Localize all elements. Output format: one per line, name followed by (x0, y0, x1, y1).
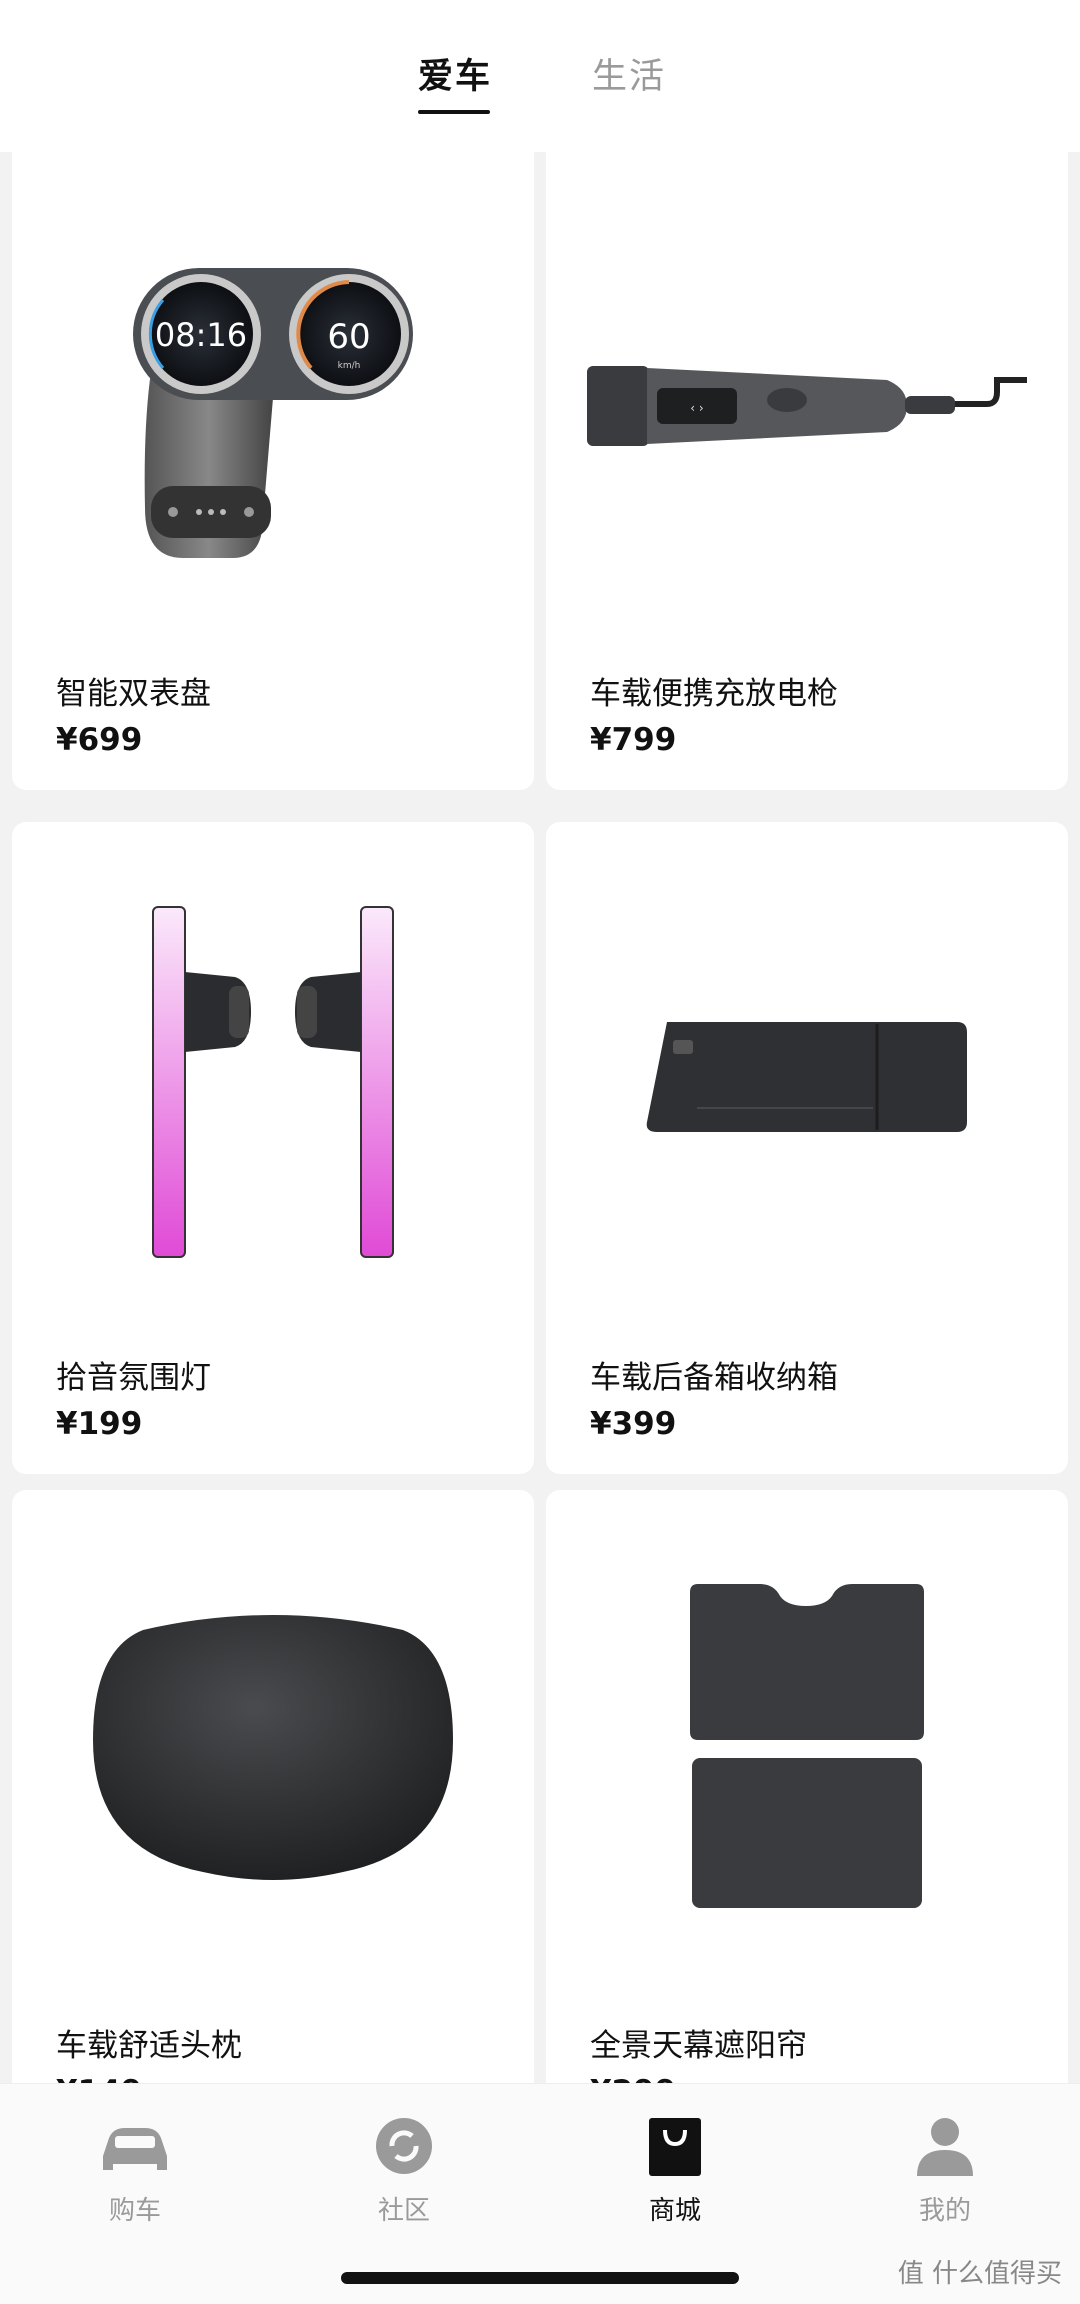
product-price: ¥199 (56, 1406, 143, 1442)
nav-label: 社区 (377, 2196, 430, 2226)
top-tab-bar: 爱车 生活 (0, 0, 1080, 152)
nav-label: 我的 (918, 2196, 971, 2226)
watermark: 值 什么值得买 (897, 2259, 1062, 2289)
product-name: 智能双表盘 (56, 676, 211, 712)
product-name: 拾音氛围灯 (56, 1360, 211, 1396)
product-card[interactable]: 全景天幕遮阳帘 ¥299 (546, 1490, 1068, 2084)
svg-text:km/h: km/h (338, 361, 361, 371)
car-icon (103, 2128, 167, 2170)
svg-text:‹ ›: ‹ › (690, 401, 703, 415)
home-indicator (341, 2272, 739, 2284)
tab-car[interactable]: 爱车 (418, 48, 492, 99)
active-tab-indicator (418, 110, 490, 114)
product-card[interactable]: 拾音氛围灯 ¥199 (12, 822, 534, 1474)
product-price: ¥399 (590, 1406, 677, 1442)
product-grid: 08:16 60 km/h 智能双表盘 ¥699 ‹ › 车载便携充放电枪 ¥7… (0, 152, 1080, 2084)
tab-life[interactable]: 生活 (592, 48, 666, 99)
nav-label: 商城 (648, 2196, 701, 2226)
product-card[interactable]: 车载后备箱收纳箱 ¥399 (546, 822, 1068, 1474)
product-card[interactable]: 车载舒适头枕 ¥149 (12, 1490, 534, 2084)
profile-icon (917, 2118, 973, 2176)
nav-buy-car[interactable]: 购车 (45, 2112, 225, 2227)
product-name: 车载舒适头枕 (56, 2028, 242, 2064)
product-card[interactable]: ‹ › 车载便携充放电枪 ¥799 (546, 152, 1068, 790)
ambient-light-icon (12, 822, 534, 1342)
sunshade-icon (546, 1490, 1068, 2010)
product-card[interactable]: 08:16 60 km/h 智能双表盘 ¥699 (12, 152, 534, 790)
nav-mall[interactable]: 商城 (585, 2112, 765, 2227)
product-price: ¥699 (56, 722, 143, 758)
product-name: 车载便携充放电枪 (590, 676, 838, 712)
nav-profile[interactable]: 我的 (855, 2112, 1035, 2227)
shopping-bag-icon (649, 2118, 701, 2176)
nav-label: 购车 (108, 2196, 161, 2226)
charging-gun-icon: ‹ › (546, 152, 1068, 658)
dual-gauge-icon: 08:16 60 km/h (12, 152, 534, 658)
nav-community[interactable]: 社区 (314, 2112, 494, 2227)
svg-text:60: 60 (327, 317, 370, 357)
community-icon (376, 2118, 432, 2174)
product-name: 车载后备箱收纳箱 (590, 1360, 838, 1396)
svg-text:08:16: 08:16 (155, 316, 247, 354)
headrest-pillow-icon (12, 1490, 534, 2010)
product-price: ¥799 (590, 722, 677, 758)
product-name: 全景天幕遮阳帘 (590, 2028, 807, 2064)
storage-box-icon (546, 822, 1068, 1342)
